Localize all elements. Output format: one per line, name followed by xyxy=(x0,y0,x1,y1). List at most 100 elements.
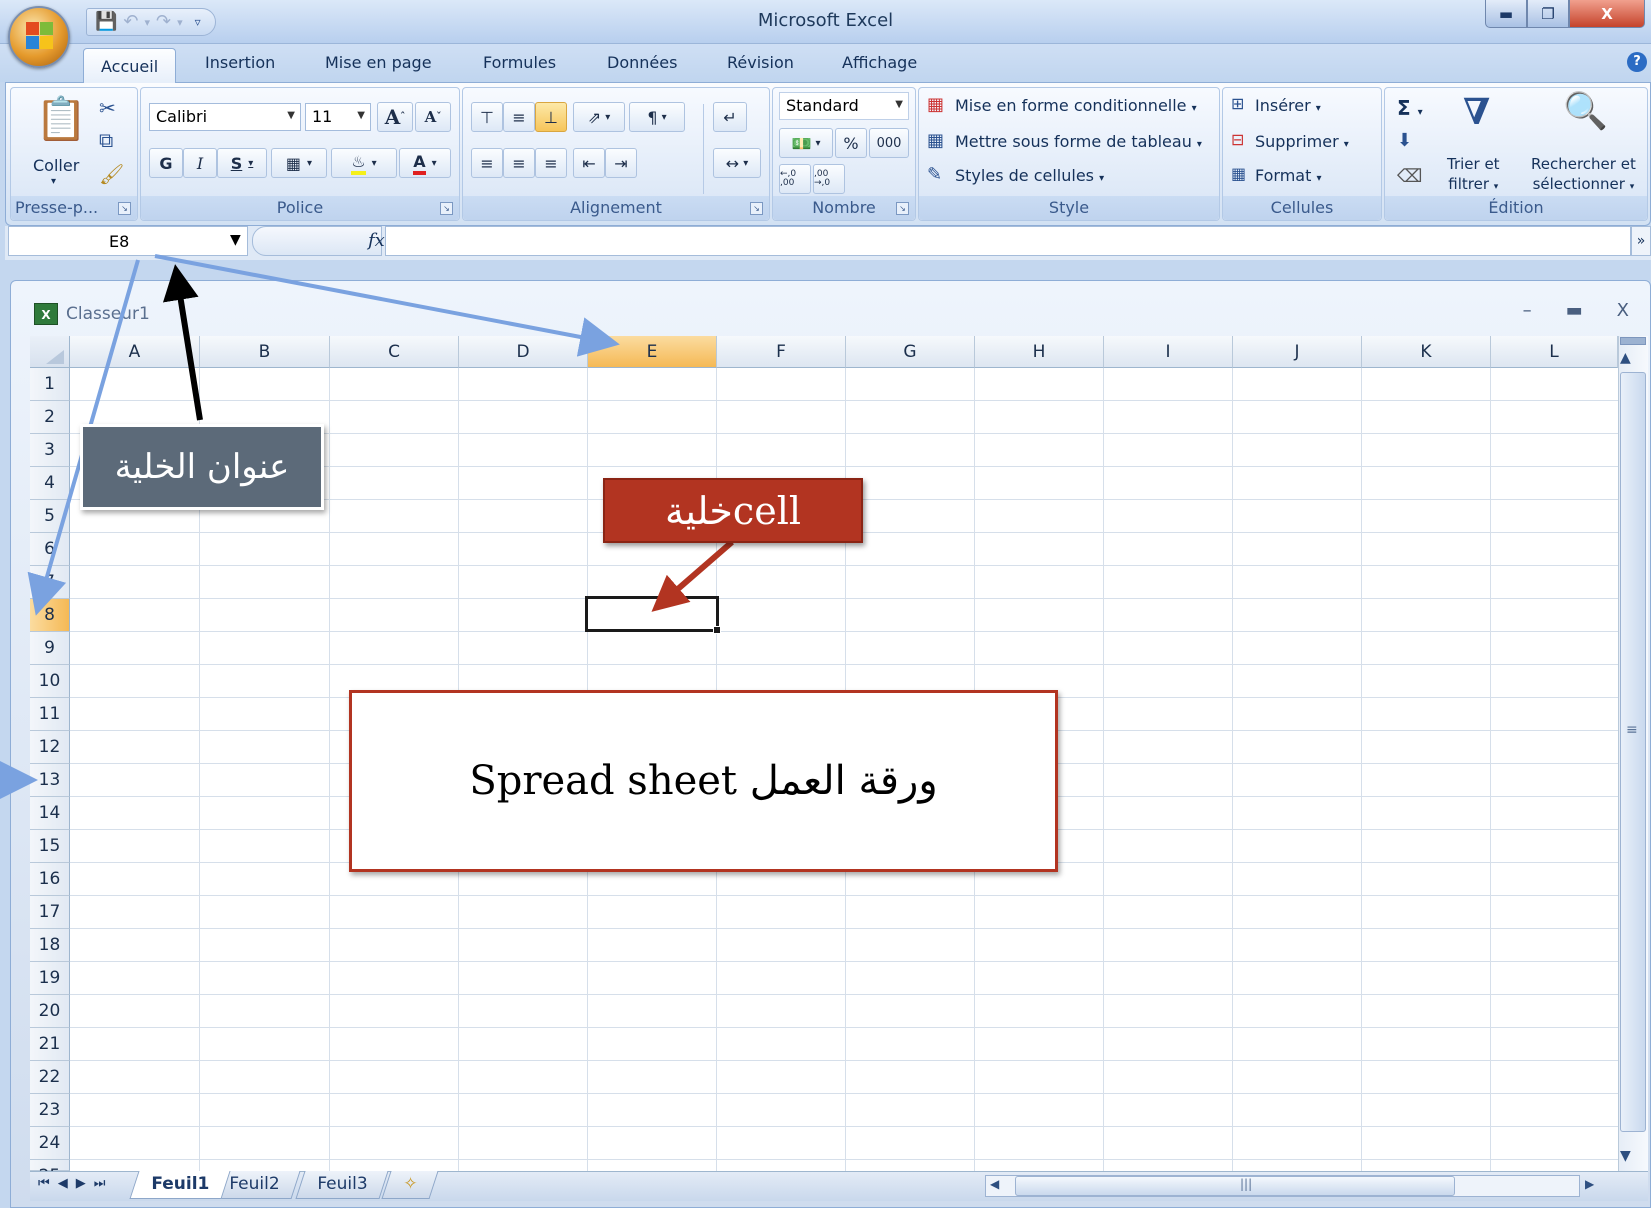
customize-icon[interactable]: ▿ xyxy=(195,16,201,28)
row-header-4[interactable]: 4 xyxy=(30,467,70,500)
cell-styles-icon[interactable]: ✎ xyxy=(927,166,942,184)
text-direction-button[interactable]: ¶ ▾ xyxy=(629,102,685,132)
column-header-k[interactable]: K xyxy=(1362,336,1491,368)
orientation-button[interactable]: ⇗ ▾ xyxy=(573,102,625,132)
align-middle-icon[interactable]: ≡ xyxy=(503,102,535,132)
redo-icon[interactable]: ↷ xyxy=(156,13,171,31)
fill-color-button[interactable]: ♨ ▾ xyxy=(331,148,397,178)
tab-mise-en-page[interactable]: Mise en page xyxy=(325,53,432,72)
underline-button[interactable]: S ▾ xyxy=(217,148,267,178)
font-launcher-icon[interactable]: ↘ xyxy=(440,202,453,215)
column-header-b[interactable]: B xyxy=(200,336,330,368)
row-header-7[interactable]: 7 xyxy=(30,566,70,599)
tab-accueil[interactable]: Accueil xyxy=(83,48,177,83)
tab-formules[interactable]: Formules xyxy=(483,53,556,72)
sheet-navigation[interactable]: ⏮◀▶⏭ xyxy=(38,1176,113,1191)
row-header-5[interactable]: 5 xyxy=(30,500,70,533)
paste-icon[interactable]: 📋 xyxy=(35,98,87,140)
merge-center-button[interactable]: ↔ ▾ xyxy=(713,148,761,178)
fill-handle[interactable] xyxy=(713,626,721,634)
fill-icon[interactable]: ⬇ xyxy=(1397,132,1412,150)
sort-filter-button[interactable]: Trier et filtrer ▾ xyxy=(1447,154,1500,197)
delete-button[interactable]: Supprimer ▾ xyxy=(1255,132,1349,151)
clipboard-launcher-icon[interactable]: ↘ xyxy=(118,202,131,215)
sheet-tab-feuil1[interactable]: Feuil1 xyxy=(129,1171,231,1199)
row-header-20[interactable]: 20 xyxy=(30,995,70,1028)
column-header-j[interactable]: J xyxy=(1233,336,1362,368)
row-header-1[interactable]: 1 xyxy=(30,368,70,401)
minimize-button[interactable]: ▬ xyxy=(1485,0,1527,28)
column-header-f[interactable]: F xyxy=(717,336,846,368)
align-bottom-icon[interactable]: ⊥ xyxy=(535,102,567,132)
paste-dropdown-icon[interactable]: ▾ xyxy=(51,176,56,187)
tab-donnees[interactable]: Données xyxy=(607,53,677,72)
row-header-25[interactable]: 25 xyxy=(30,1160,70,1186)
row-header-8[interactable]: 8 xyxy=(30,599,70,632)
autosum-button[interactable]: Σ ▾ xyxy=(1397,96,1423,120)
row-header-14[interactable]: 14 xyxy=(30,797,70,830)
cell-styles-button[interactable]: Styles de cellules ▾ xyxy=(955,166,1104,185)
font-color-button[interactable]: A ▾ xyxy=(399,148,451,178)
column-header-c[interactable]: C xyxy=(330,336,459,368)
format-as-table-icon[interactable]: ▦ xyxy=(927,132,944,150)
conditional-format-icon[interactable]: ▦ xyxy=(927,96,944,114)
expand-formula-bar-icon[interactable]: » xyxy=(1631,226,1651,256)
grow-font-button[interactable]: Aˆ xyxy=(377,102,413,132)
row-header-24[interactable]: 24 xyxy=(30,1127,70,1160)
scroll-up-icon[interactable]: ▲ xyxy=(1620,350,1631,366)
row-header-2[interactable]: 2 xyxy=(30,401,70,434)
formula-input[interactable] xyxy=(385,226,1631,256)
close-button[interactable]: X xyxy=(1569,0,1645,28)
row-header-16[interactable]: 16 xyxy=(30,863,70,896)
wrap-text-icon[interactable]: ↵ xyxy=(713,102,747,132)
format-painter-icon[interactable]: 🖌 xyxy=(99,164,124,184)
row-header-10[interactable]: 10 xyxy=(30,665,70,698)
format-button[interactable]: Format ▾ xyxy=(1255,166,1322,185)
align-center-icon[interactable]: ≡ xyxy=(503,148,535,178)
decrease-decimal-button[interactable]: ,00 →,0 xyxy=(813,164,845,194)
scroll-right-icon[interactable]: ▶ xyxy=(1585,1177,1594,1191)
name-box-dropdown-icon[interactable]: ▼ xyxy=(230,232,241,248)
alignment-launcher-icon[interactable]: ↘ xyxy=(750,202,763,215)
format-as-table-button[interactable]: Mettre sous forme de tableau ▾ xyxy=(955,132,1202,151)
horizontal-scroll-thumb[interactable] xyxy=(1015,1176,1455,1196)
column-header-g[interactable]: G xyxy=(846,336,975,368)
binoculars-icon[interactable]: 🔍 xyxy=(1563,94,1608,130)
row-header-6[interactable]: 6 xyxy=(30,533,70,566)
bold-button[interactable]: G xyxy=(149,148,183,178)
redo-dropdown-icon[interactable]: ▾ xyxy=(177,17,183,28)
restore-button[interactable]: ❐ xyxy=(1527,0,1569,28)
vertical-scroll-thumb[interactable] xyxy=(1620,372,1646,1132)
number-launcher-icon[interactable]: ↘ xyxy=(896,202,909,215)
row-header-3[interactable]: 3 xyxy=(30,434,70,467)
font-name-select[interactable]: Calibri ▼ xyxy=(149,103,301,131)
column-header-l[interactable]: L xyxy=(1491,336,1618,368)
column-header-a[interactable]: A xyxy=(70,336,200,368)
cut-icon[interactable]: ✂ xyxy=(99,98,116,118)
split-box[interactable] xyxy=(1620,337,1646,345)
sort-filter-icon[interactable]: ∇ xyxy=(1463,94,1490,130)
row-header-21[interactable]: 21 xyxy=(30,1028,70,1061)
column-header-i[interactable]: I xyxy=(1104,336,1233,368)
workbook-minimize-button[interactable]: – xyxy=(1523,300,1532,321)
row-header-12[interactable]: 12 xyxy=(30,731,70,764)
row-header-11[interactable]: 11 xyxy=(30,698,70,731)
scroll-left-icon[interactable]: ◀ xyxy=(990,1177,999,1191)
font-size-select[interactable]: 11 ▼ xyxy=(305,103,371,131)
name-box[interactable]: E8 xyxy=(8,226,248,256)
percent-button[interactable]: % xyxy=(835,128,867,158)
insert-button[interactable]: Insérer ▾ xyxy=(1255,96,1321,115)
tab-revision[interactable]: Révision xyxy=(727,53,794,72)
align-top-icon[interactable]: ⊤ xyxy=(471,102,503,132)
tab-affichage[interactable]: Affichage xyxy=(842,53,917,72)
row-header-9[interactable]: 9 xyxy=(30,632,70,665)
paste-label[interactable]: Coller xyxy=(33,156,79,175)
borders-button[interactable]: ▦ ▾ xyxy=(271,148,327,178)
column-header-d[interactable]: D xyxy=(459,336,588,368)
tab-insertion[interactable]: Insertion xyxy=(205,53,275,72)
row-header-19[interactable]: 19 xyxy=(30,962,70,995)
undo-dropdown-icon[interactable]: ▾ xyxy=(145,17,151,28)
active-cell[interactable] xyxy=(585,596,719,632)
row-header-23[interactable]: 23 xyxy=(30,1094,70,1127)
save-icon[interactable]: 💾 xyxy=(95,13,117,31)
